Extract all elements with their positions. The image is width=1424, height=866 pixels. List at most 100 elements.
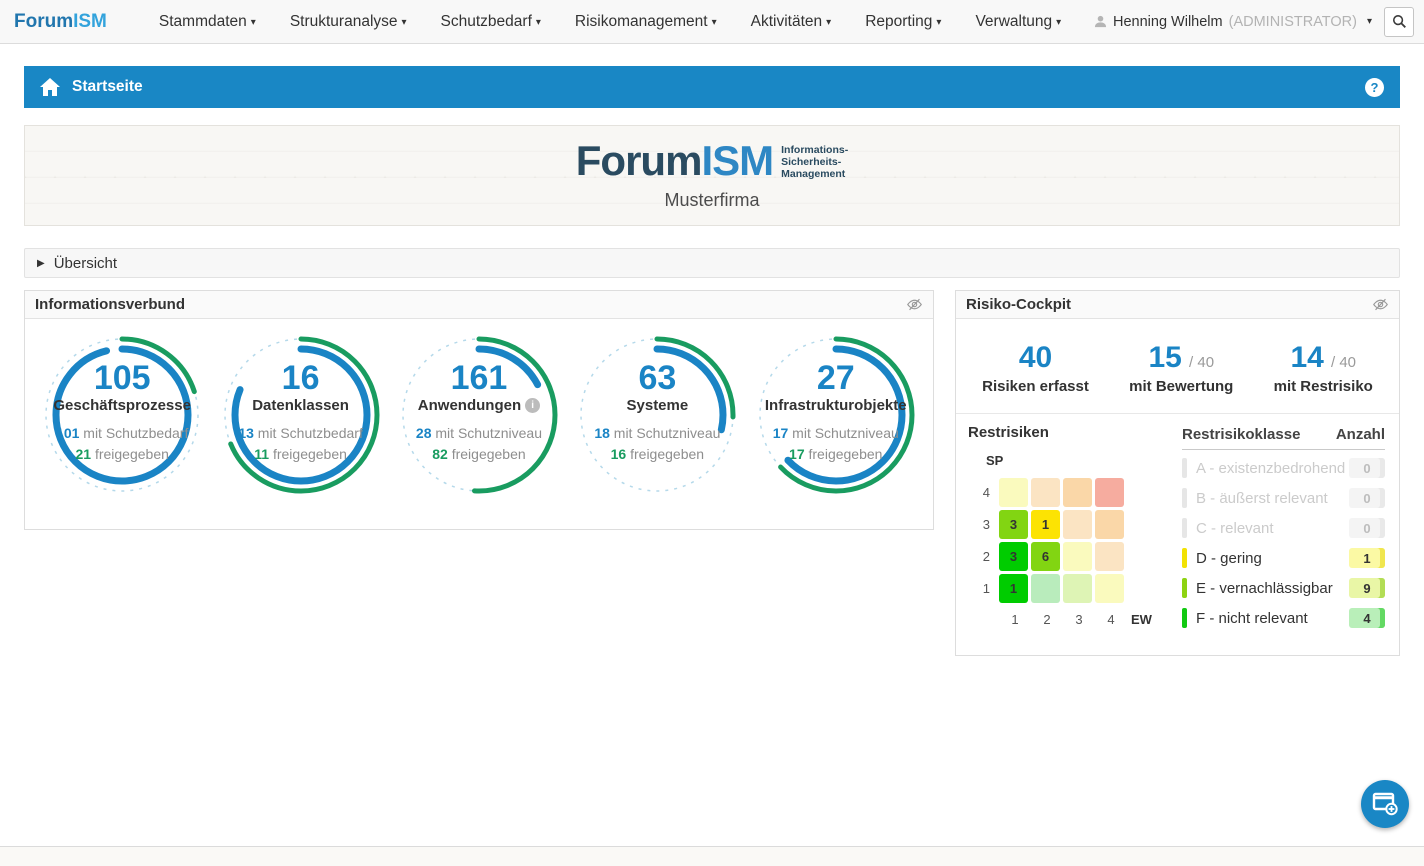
matrix-row: 4 xyxy=(968,476,1176,508)
menu-label: Verwaltung xyxy=(975,13,1052,30)
overview-collapse-bar[interactable]: ▶ Übersicht xyxy=(24,248,1400,278)
stat-line1: 28 mit Schutzniveau xyxy=(416,426,542,441)
eye-slash-icon xyxy=(906,298,923,311)
matrix-cell-sp2-ew4[interactable] xyxy=(1095,542,1124,571)
menu-label: Aktivitäten xyxy=(751,13,823,30)
kpi-label: mit Restrisiko xyxy=(1274,378,1373,395)
sp-tick-label: 3 xyxy=(968,517,990,532)
stat-content: 63 Systeme 18 mit Schutzniveau 16 freige… xyxy=(575,333,739,497)
ew-tick-label: 3 xyxy=(1063,612,1095,627)
matrix-cell-sp1-ew4[interactable] xyxy=(1095,574,1124,603)
menu-schutzbedarf[interactable]: Schutzbedarf▾ xyxy=(441,13,541,31)
matrix-cell-sp2-ew1[interactable]: 3 xyxy=(999,542,1028,571)
user-name: Henning Wilhelm xyxy=(1113,14,1223,30)
class-color-bar xyxy=(1182,608,1187,628)
class-row-b[interactable]: B - äußerst relevant 0 xyxy=(1182,483,1385,513)
class-color-bar xyxy=(1182,458,1187,478)
add-widget-button[interactable] xyxy=(1361,780,1409,828)
matrix-cell-sp2-ew2[interactable]: 6 xyxy=(1031,542,1060,571)
stat-line2: 11 freigegeben xyxy=(254,447,347,462)
app-logo-part1: Forum xyxy=(14,11,73,32)
column-header-class: Restrisikoklasse xyxy=(1182,426,1300,443)
matrix-cell-sp3-ew2[interactable]: 1 xyxy=(1031,510,1060,539)
user-role: (ADMINISTRATOR) xyxy=(1229,14,1357,30)
class-count-badge: 4 xyxy=(1349,608,1385,628)
hero-tagline-line: Sicherheits- xyxy=(781,156,848,168)
sp-tick-label: 2 xyxy=(968,549,990,564)
class-count-badge: 0 xyxy=(1349,518,1385,538)
class-label: E - vernachlässigbar xyxy=(1196,580,1349,597)
matrix-cell-sp4-ew4[interactable] xyxy=(1095,478,1124,507)
matrix-cell-sp1-ew1[interactable]: 1 xyxy=(999,574,1028,603)
eye-slash-icon xyxy=(1372,298,1389,311)
matrix-cell-sp2-ew3[interactable] xyxy=(1063,542,1092,571)
matrix-cell-sp3-ew4[interactable] xyxy=(1095,510,1124,539)
class-row-a[interactable]: A - existenzbedrohend 0 xyxy=(1182,453,1385,483)
search-button[interactable] xyxy=(1384,7,1414,37)
user-menu[interactable]: Henning Wilhelm (ADMINISTRATOR) ▾ xyxy=(1094,14,1372,30)
kpi-value: 15 / 40 xyxy=(1129,341,1233,375)
info-icon[interactable]: i xyxy=(525,398,540,413)
hero-logo-part2: ISM xyxy=(701,137,773,184)
class-row-c[interactable]: C - relevant 0 xyxy=(1182,513,1385,543)
kpi-value: 14 / 40 xyxy=(1274,341,1373,375)
matrix-cell-sp4-ew2[interactable] xyxy=(1031,478,1060,507)
table-header: Restrisikoklasse Anzahl xyxy=(1182,426,1385,450)
menu-label: Reporting xyxy=(865,13,932,30)
stat-line1: 13 mit Schutzbedarf xyxy=(238,426,363,441)
stat-value: 16 xyxy=(282,359,320,397)
help-button[interactable]: ? xyxy=(1365,78,1384,97)
stat-content: 27 Infrastrukturobjekte 17 mit Schutzniv… xyxy=(754,333,918,497)
hero-logo: ForumISM Informations-Sicherheits-Manage… xyxy=(576,140,848,182)
menu-risikomanagement[interactable]: Risikomanagement▾ xyxy=(575,13,717,31)
stat-circle-geschaeftsprozesse[interactable]: 105 Geschäftsprozesse 101 mit Schutzbeda… xyxy=(40,333,204,497)
chevron-down-icon: ▾ xyxy=(251,17,256,28)
stat-line1: 101 mit Schutzbedarf xyxy=(56,426,188,441)
stat-value: 27 xyxy=(817,359,855,397)
menu-verwaltung[interactable]: Verwaltung▾ xyxy=(975,13,1061,31)
class-label: D - gering xyxy=(1196,550,1349,567)
matrix-cell-sp3-ew1[interactable]: 3 xyxy=(999,510,1028,539)
menu-aktivitaeten[interactable]: Aktivitäten▾ xyxy=(751,13,832,31)
ew-tick-label: 1 xyxy=(999,612,1031,627)
home-icon[interactable] xyxy=(40,78,60,96)
class-row-e[interactable]: E - vernachlässigbar 9 xyxy=(1182,573,1385,603)
user-icon xyxy=(1094,15,1107,28)
page-title-bar: Startseite ? xyxy=(24,66,1400,108)
stat-circle-anwendungen[interactable]: 161 Anwendungeni 28 mit Schutzniveau 82 … xyxy=(397,333,561,497)
menu-stammdaten[interactable]: Stammdaten ▾ xyxy=(159,13,256,31)
matrix-cell-sp4-ew3[interactable] xyxy=(1063,478,1092,507)
stat-circle-systeme[interactable]: 63 Systeme 18 mit Schutzniveau 16 freige… xyxy=(575,333,739,497)
matrix-cell-sp4-ew1[interactable] xyxy=(999,478,1028,507)
stat-line2: 17 freigegeben xyxy=(789,447,882,462)
window-plus-icon xyxy=(1372,792,1398,816)
hide-panel-button[interactable] xyxy=(1372,298,1389,311)
class-label: A - existenzbedrohend xyxy=(1196,460,1349,477)
stat-line2: 82 freigegeben xyxy=(432,447,525,462)
risiko-cockpit-header: Risiko-Cockpit xyxy=(956,291,1399,319)
menu-strukturanalyse[interactable]: Strukturanalyse▾ xyxy=(290,13,407,31)
page-title[interactable]: Startseite xyxy=(72,78,143,96)
class-row-f[interactable]: F - nicht relevant 4 xyxy=(1182,603,1385,633)
hero-banner: ForumISM Informations-Sicherheits-Manage… xyxy=(24,125,1400,226)
risiko-cockpit-panel: Risiko-Cockpit 4 0 Risiken erfasst 15 / 40… xyxy=(955,290,1400,656)
app-logo[interactable]: ForumISM xyxy=(14,11,107,33)
risk-kpis: 40 Risiken erfasst15 / 40 mit Bewertung1… xyxy=(956,319,1399,395)
hero-tagline-line: Management xyxy=(781,168,848,180)
stat-circle-infrastrukturobjekte[interactable]: 27 Infrastrukturobjekte 17 mit Schutzniv… xyxy=(754,333,918,497)
overview-label: Übersicht xyxy=(54,255,117,272)
matrix-cell-sp1-ew2[interactable] xyxy=(1031,574,1060,603)
sp-axis-label: SP xyxy=(986,453,1176,468)
class-row-d[interactable]: D - gering 1 xyxy=(1182,543,1385,573)
menu-reporting[interactable]: Reporting▾ xyxy=(865,13,941,31)
class-count-badge: 0 xyxy=(1349,458,1385,478)
stat-label: Systeme xyxy=(627,397,689,414)
class-count-badge: 1 xyxy=(1349,548,1385,568)
kpi-label: Risiken erfasst xyxy=(982,378,1089,395)
stat-circle-datenklassen[interactable]: 16 Datenklassen 13 mit Schutzbedarf 11 f… xyxy=(219,333,383,497)
matrix-cell-sp1-ew3[interactable] xyxy=(1063,574,1092,603)
menu-label: Stammdaten xyxy=(159,13,247,30)
search-icon xyxy=(1392,14,1407,29)
hide-panel-button[interactable] xyxy=(906,298,923,311)
matrix-cell-sp3-ew3[interactable] xyxy=(1063,510,1092,539)
